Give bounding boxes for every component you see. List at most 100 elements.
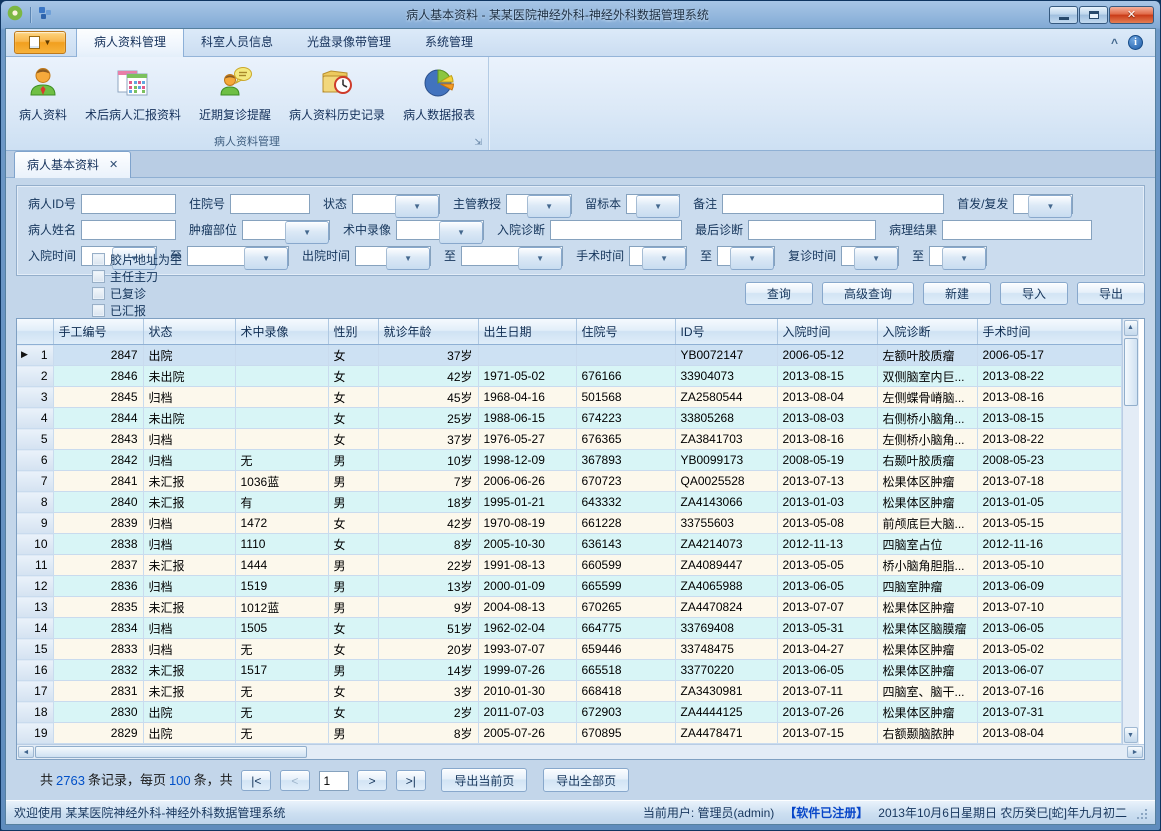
scroll-up-icon[interactable]: ▲ [1124,320,1138,336]
ribbon-button-data-report[interactable]: 病人数据报表 [394,60,484,127]
table-row[interactable]: 152833归档无女20岁1993-07-0765944633748475201… [17,639,1121,660]
row-selector-cell[interactable]: 7 [17,471,53,492]
table-row[interactable]: 32845归档女45岁1968-04-16501568ZA25805442013… [17,387,1121,408]
first-page-button[interactable]: |< [241,770,271,791]
scroll-right-icon[interactable]: ► [1127,746,1143,758]
row-selector-cell[interactable]: 2 [17,366,53,387]
column-header[interactable]: 性别 [328,319,378,345]
table-row[interactable]: 52843归档女37岁1976-05-27676365ZA38417032013… [17,429,1121,450]
dropdown-arrow-icon[interactable]: ▼ [527,195,571,218]
action-button-新建[interactable]: 新建 [923,282,991,305]
table-row[interactable]: 162832未汇报1517男14岁1999-07-266655183377022… [17,660,1121,681]
filter-combo[interactable]: ▼ [242,220,330,240]
row-selector-cell[interactable]: 15 [17,639,53,660]
table-row[interactable]: 92839归档1472女42岁1970-08-19661228337556032… [17,513,1121,534]
ribbon-tab-system-management[interactable]: 系统管理 [408,28,490,56]
ribbon-button-history[interactable]: 病人资料历史记录 [280,60,394,127]
checkbox-box[interactable] [92,270,105,283]
dropdown-arrow-icon[interactable]: ▼ [636,195,680,218]
quick-access-icon[interactable] [38,6,52,23]
column-header[interactable]: 术中录像 [235,319,328,345]
collapse-ribbon-icon[interactable]: ^ [1111,36,1118,50]
filter-input[interactable] [942,220,1092,240]
dropdown-arrow-icon[interactable]: ▼ [942,247,986,270]
page-number-input[interactable] [319,771,349,791]
row-selector-cell[interactable]: 14 [17,618,53,639]
filter-combo[interactable]: ▼ [396,220,484,240]
table-row[interactable]: 122836归档1519男13岁2000-01-09665599ZA406598… [17,576,1121,597]
action-button-查询[interactable]: 查询 [745,282,813,305]
row-selector-cell[interactable]: 13 [17,597,53,618]
column-header[interactable]: 手工编号 [53,319,143,345]
filter-combo[interactable]: ▼ [626,194,680,214]
filter-input[interactable] [748,220,876,240]
close-button[interactable]: ✕ [1109,6,1154,24]
checkbox-已汇报[interactable]: 已汇报 [92,302,182,319]
table-row[interactable]: 82840未汇报有男18岁1995-01-21643332ZA414306620… [17,492,1121,513]
table-row[interactable]: 102838归档1110女8岁2005-10-30636143ZA4214073… [17,534,1121,555]
column-header[interactable]: 就诊年龄 [378,319,478,345]
ribbon-button-postop-report[interactable]: 术后病人汇报资料 [76,60,190,127]
filter-input[interactable] [550,220,682,240]
filter-combo[interactable]: ▼ [352,194,440,214]
filter-combo[interactable]: ▼ [841,246,899,266]
ribbon-tab-department-staff[interactable]: 科室人员信息 [184,28,290,56]
table-row[interactable]: 112837未汇报1444男22岁1991-08-13660599ZA40894… [17,555,1121,576]
action-button-导入[interactable]: 导入 [1000,282,1068,305]
filter-input[interactable] [722,194,944,214]
row-selector-cell[interactable]: 18 [17,702,53,723]
table-row[interactable]: 22846未出院女42岁1971-05-02676166339040732013… [17,366,1121,387]
prev-page-button[interactable]: < [280,770,310,791]
table-row[interactable]: 192829出院无男8岁2005-07-26670895ZA4478471201… [17,723,1121,744]
table-row[interactable]: 142834归档1505女51岁1962-02-0466477533769408… [17,618,1121,639]
tab-close-icon[interactable]: ✕ [109,158,118,171]
info-icon[interactable]: i [1128,35,1143,50]
checkbox-已复诊[interactable]: 已复诊 [92,285,182,302]
row-selector-cell[interactable]: 11 [17,555,53,576]
scroll-down-icon[interactable]: ▼ [1124,727,1138,743]
ribbon-button-patient-data[interactable]: 病人资料 [10,60,76,127]
row-selector-cell[interactable]: 5 [17,429,53,450]
application-menu-button[interactable]: ▼ [14,31,66,54]
column-header[interactable]: 住院号 [576,319,675,345]
table-row[interactable]: 172831未汇报无女3岁2010-01-30668418ZA343098120… [17,681,1121,702]
dropdown-arrow-icon[interactable]: ▼ [395,195,439,218]
filter-combo[interactable]: ▼ [629,246,687,266]
column-header[interactable] [17,319,53,345]
action-button-导出[interactable]: 导出 [1077,282,1145,305]
dropdown-arrow-icon[interactable]: ▼ [1028,195,1072,218]
column-header[interactable]: 出生日期 [478,319,576,345]
horizontal-scrollbar[interactable]: ◄ ► [17,744,1144,759]
ribbon-tab-patient-data-management[interactable]: 病人资料管理 [76,28,184,57]
row-selector-cell[interactable]: ▶1 [17,345,53,366]
row-selector-cell[interactable]: 4 [17,408,53,429]
table-row[interactable]: 72841未汇报1036蓝男7岁2006-06-26670723QA002552… [17,471,1121,492]
scroll-left-icon[interactable]: ◄ [18,746,34,758]
table-row[interactable]: ▶12847出院女37岁YB00721472006-05-12左额叶胶质瘤200… [17,345,1121,366]
row-selector-cell[interactable]: 10 [17,534,53,555]
table-row[interactable]: 62842归档无男10岁1998-12-09367893YB0099173200… [17,450,1121,471]
vertical-scroll-thumb[interactable] [1124,338,1138,406]
row-selector-cell[interactable]: 9 [17,513,53,534]
next-page-button[interactable]: > [357,770,387,791]
registered-link[interactable]: 【软件已注册】 [784,804,868,821]
checkbox-主任主刀[interactable]: 主任主刀 [92,268,182,285]
filter-combo[interactable]: ▼ [929,246,987,266]
maximize-button[interactable] [1079,6,1108,24]
filter-input[interactable] [81,194,176,214]
filter-combo[interactable]: ▼ [1013,194,1073,214]
checkbox-胶片地址为空[interactable]: 胶片地址为空 [92,251,182,268]
column-header[interactable]: 状态 [143,319,235,345]
filter-input[interactable] [230,194,310,214]
checkbox-box[interactable] [92,304,105,317]
ribbon-button-revisit-reminder[interactable]: 近期复诊提醒 [190,60,280,127]
dropdown-arrow-icon[interactable]: ▼ [642,247,686,270]
row-selector-cell[interactable]: 17 [17,681,53,702]
export-all-pages-button[interactable]: 导出全部页 [543,768,629,792]
dropdown-arrow-icon[interactable]: ▼ [518,247,562,270]
filter-combo[interactable]: ▼ [717,246,775,266]
resize-grip[interactable] [1135,807,1147,819]
dropdown-arrow-icon[interactable]: ▼ [439,221,483,244]
row-selector-cell[interactable]: 16 [17,660,53,681]
dropdown-arrow-icon[interactable]: ▼ [285,221,329,244]
